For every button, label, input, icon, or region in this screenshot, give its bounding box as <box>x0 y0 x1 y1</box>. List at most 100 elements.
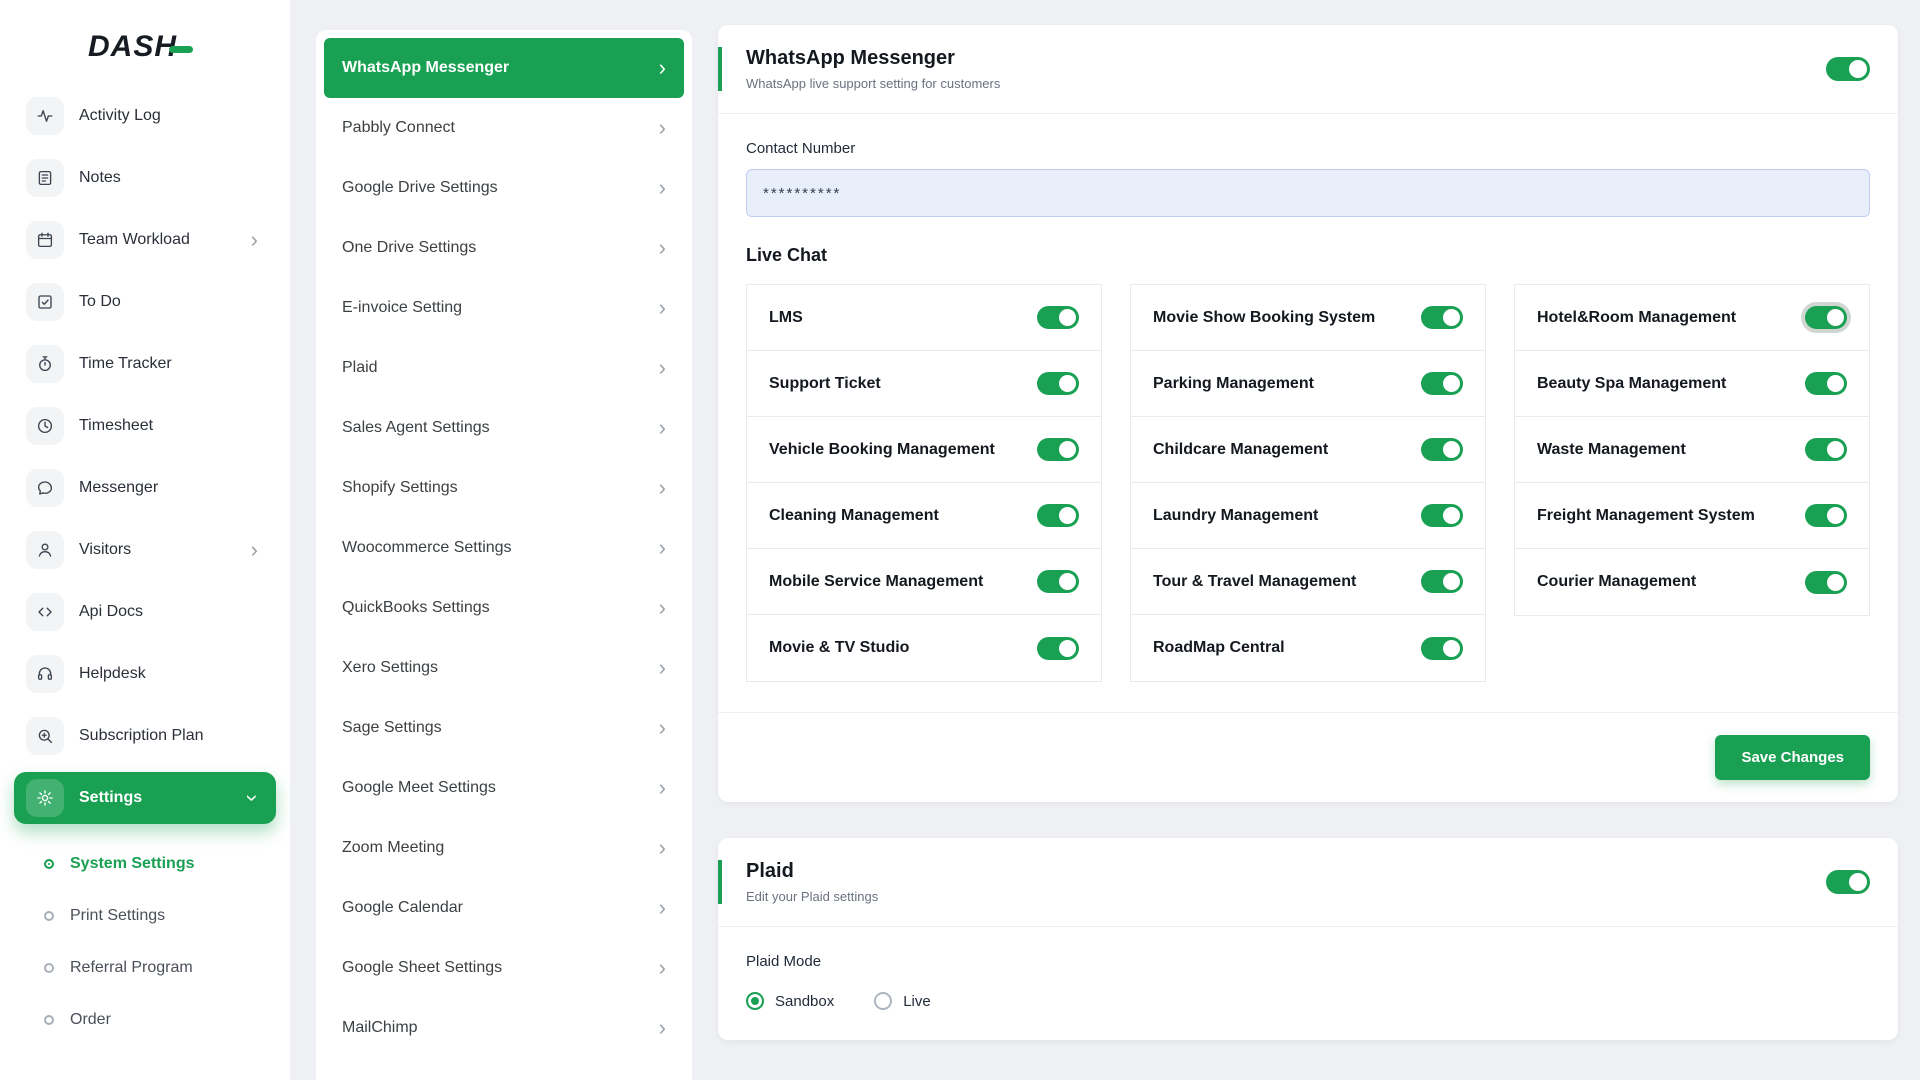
settings-nav-quickbooks[interactable]: QuickBooks Settings › <box>324 578 684 638</box>
toggle-waste[interactable] <box>1805 438 1847 461</box>
submenu-item-system-settings[interactable]: System Settings <box>44 838 276 890</box>
chevron-right-icon: › <box>659 537 666 559</box>
module-row-parking: Parking Management <box>1131 351 1485 417</box>
module-row-vehicle-booking: Vehicle Booking Management <box>747 417 1101 483</box>
toggle-childcare[interactable] <box>1421 438 1463 461</box>
sidebar-item-team-workload[interactable]: Team Workload › <box>14 214 276 266</box>
chevron-right-icon: › <box>659 897 666 919</box>
toggle-movie-tv-studio[interactable] <box>1037 637 1079 660</box>
contact-number-input[interactable] <box>746 169 1870 217</box>
chevron-right-icon: › <box>659 297 666 319</box>
sidebar-item-notes[interactable]: Notes <box>14 152 276 204</box>
toggle-knob <box>1443 573 1460 590</box>
chevron-right-icon: › <box>659 957 666 979</box>
module-row-movie-show-booking: Movie Show Booking System <box>1131 285 1485 351</box>
toggle-support-ticket[interactable] <box>1037 372 1079 395</box>
toggle-knob <box>1849 873 1867 891</box>
submenu-item-print-settings[interactable]: Print Settings <box>44 890 276 942</box>
sidebar-item-activity-log[interactable]: Activity Log <box>14 90 276 142</box>
sidebar-item-helpdesk[interactable]: Helpdesk <box>14 648 276 700</box>
radio-selected-icon <box>746 992 764 1010</box>
sidebar-item-api-docs[interactable]: Api Docs <box>14 586 276 638</box>
settings-nav-woocommerce[interactable]: Woocommerce Settings › <box>324 518 684 578</box>
toggle-lms[interactable] <box>1037 306 1079 329</box>
sidebar-item-label: Settings <box>79 789 142 807</box>
toggle-cleaning[interactable] <box>1037 504 1079 527</box>
settings-nav-google-calendar[interactable]: Google Calendar › <box>324 878 684 938</box>
toggle-knob <box>1827 507 1844 524</box>
settings-nav-google-drive[interactable]: Google Drive Settings › <box>324 158 684 218</box>
toggle-courier[interactable] <box>1805 571 1847 594</box>
module-row-roadmap-central: RoadMap Central <box>1131 615 1485 681</box>
settings-nav-panel: WhatsApp Messenger › Pabbly Connect › Go… <box>316 30 692 1080</box>
card-title: Plaid <box>746 860 878 883</box>
settings-nav-sales-agent[interactable]: Sales Agent Settings › <box>324 398 684 458</box>
plaid-enabled-toggle[interactable] <box>1826 870 1870 894</box>
sidebar-item-visitors[interactable]: Visitors › <box>14 524 276 576</box>
toggle-beauty-spa[interactable] <box>1805 372 1847 395</box>
whatsapp-enabled-toggle[interactable] <box>1826 57 1870 81</box>
sidebar-item-to-do[interactable]: To Do <box>14 276 276 328</box>
chevron-right-icon: › <box>659 657 666 679</box>
toggle-knob <box>1059 375 1076 392</box>
toggle-movie-show-booking[interactable] <box>1421 306 1463 329</box>
submenu-item-label: Print Settings <box>70 907 165 925</box>
toggle-parking[interactable] <box>1421 372 1463 395</box>
toggle-knob <box>1443 640 1460 657</box>
settings-nav-plaid[interactable]: Plaid › <box>324 338 684 398</box>
plaid-mode-live[interactable]: Live <box>874 992 931 1010</box>
settings-nav-xero[interactable]: Xero Settings › <box>324 638 684 698</box>
toggle-laundry[interactable] <box>1421 504 1463 527</box>
module-row-beauty-spa: Beauty Spa Management <box>1515 351 1869 417</box>
settings-nav-sage[interactable]: Sage Settings › <box>324 698 684 758</box>
toggle-vehicle-booking[interactable] <box>1037 438 1079 461</box>
main-content: WhatsApp Messenger WhatsApp live support… <box>692 0 1920 1080</box>
toggle-roadmap-central[interactable] <box>1421 637 1463 660</box>
sidebar-item-timesheet[interactable]: Timesheet <box>14 400 276 452</box>
module-row-waste: Waste Management <box>1515 417 1869 483</box>
settings-nav-google-sheet[interactable]: Google Sheet Settings › <box>324 938 684 998</box>
settings-nav-one-drive[interactable]: One Drive Settings › <box>324 218 684 278</box>
submenu-item-referral-program[interactable]: Referral Program <box>44 942 276 994</box>
module-row-hotel-room: Hotel&Room Management <box>1515 285 1869 351</box>
chevron-right-icon: › <box>659 777 666 799</box>
toggle-tour-travel[interactable] <box>1421 570 1463 593</box>
sidebar-item-label: Notes <box>79 169 121 187</box>
toggle-knob <box>1443 375 1460 392</box>
settings-nav-e-invoice[interactable]: E-invoice Setting › <box>324 278 684 338</box>
submenu-item-order[interactable]: Order <box>44 994 276 1046</box>
toggle-mobile-service[interactable] <box>1037 570 1079 593</box>
whatsapp-card-header: WhatsApp Messenger WhatsApp live support… <box>718 25 1898 114</box>
module-row-laundry: Laundry Management <box>1131 483 1485 549</box>
module-row-support-ticket: Support Ticket <box>747 351 1101 417</box>
settings-nav-pabbly-connect[interactable]: Pabbly Connect › <box>324 98 684 158</box>
save-changes-button[interactable]: Save Changes <box>1715 735 1870 780</box>
toggle-knob <box>1059 441 1076 458</box>
settings-nav-zoom-meeting[interactable]: Zoom Meeting › <box>324 818 684 878</box>
settings-submenu: System Settings Print Settings Referral … <box>14 834 276 1046</box>
code-brackets-icon <box>26 593 64 631</box>
submenu-item-label: Referral Program <box>70 959 193 977</box>
toggle-freight[interactable] <box>1805 504 1847 527</box>
sidebar-item-subscription-plan[interactable]: Subscription Plan <box>14 710 276 762</box>
settings-nav-google-meet[interactable]: Google Meet Settings › <box>324 758 684 818</box>
sidebar-item-time-tracker[interactable]: Time Tracker <box>14 338 276 390</box>
card-title: WhatsApp Messenger <box>746 47 1000 70</box>
plaid-mode-sandbox[interactable]: Sandbox <box>746 992 834 1010</box>
plaid-mode-options: Sandbox Live <box>746 992 1870 1010</box>
sidebar: DASH Activity Log Notes Team Workload › … <box>0 0 290 1080</box>
settings-nav-shopify[interactable]: Shopify Settings › <box>324 458 684 518</box>
settings-nav-mailchimp[interactable]: MailChimp › <box>324 998 684 1058</box>
chat-bubble-icon <box>26 469 64 507</box>
submenu-item-label: System Settings <box>70 855 194 873</box>
logo-dash-accent <box>169 46 193 53</box>
plaid-card-header: Plaid Edit your Plaid settings <box>718 838 1898 927</box>
brand-logo[interactable]: DASH <box>14 24 276 90</box>
bullet-icon <box>44 1015 54 1025</box>
sidebar-item-messenger[interactable]: Messenger <box>14 462 276 514</box>
sidebar-item-settings[interactable]: Settings › <box>14 772 276 824</box>
toggle-hotel-room[interactable] <box>1805 306 1847 329</box>
chevron-right-icon: › <box>251 229 264 251</box>
settings-nav-whatsapp-messenger[interactable]: WhatsApp Messenger › <box>324 38 684 98</box>
toggle-knob <box>1059 309 1076 326</box>
